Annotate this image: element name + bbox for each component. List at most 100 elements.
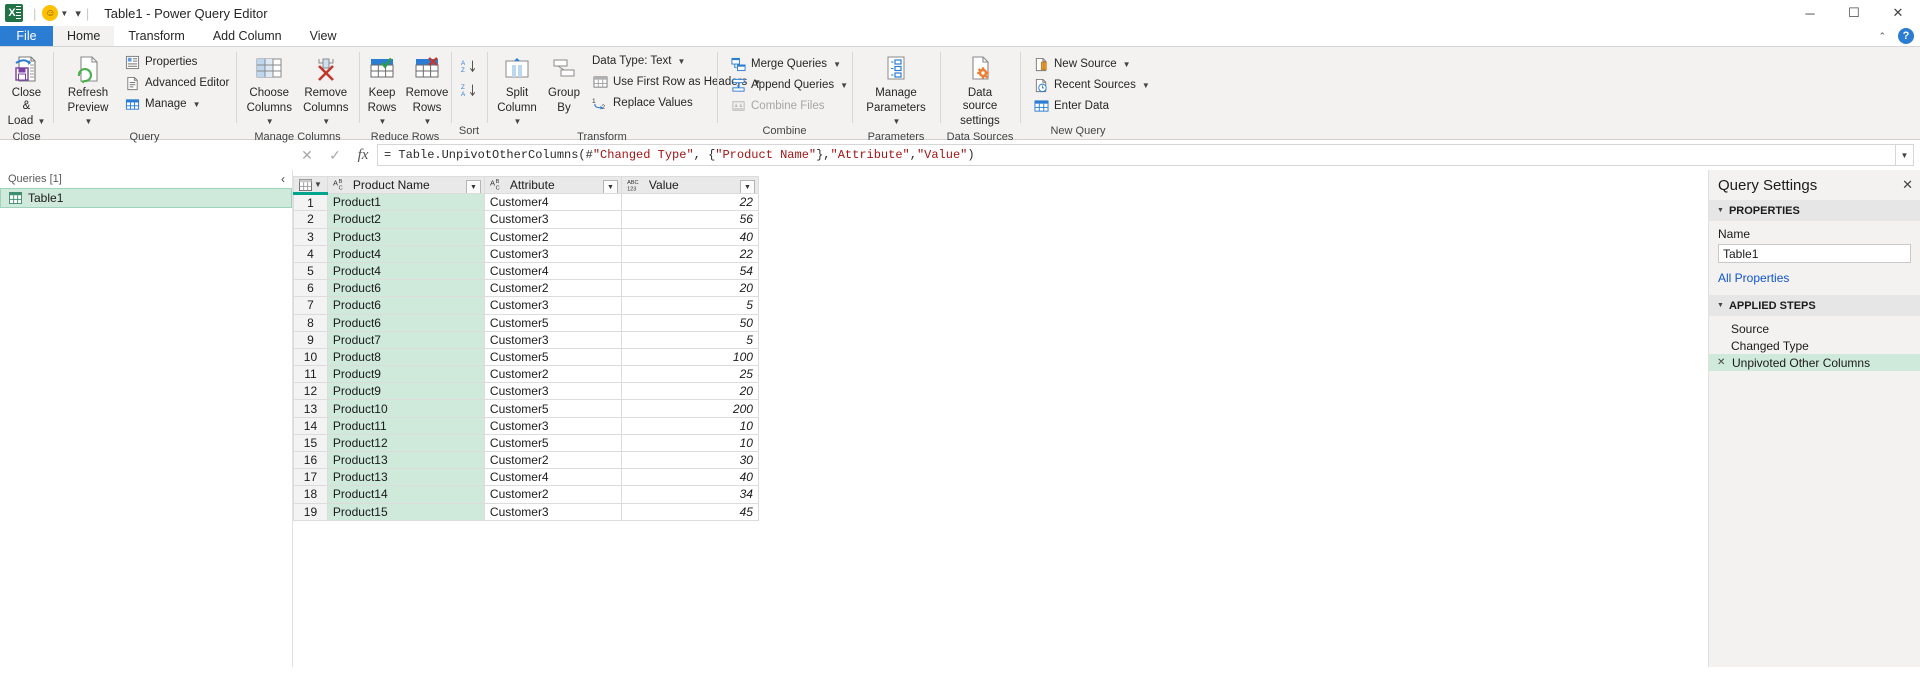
chevron-left-icon[interactable]: ‹ xyxy=(281,172,285,186)
cell-product-name[interactable]: Product2 xyxy=(326,210,485,229)
smiley-icon[interactable]: ☺ xyxy=(42,5,59,21)
table-row[interactable]: 14 Product11 Customer3 10 xyxy=(293,416,759,435)
cell-attribute[interactable]: Customer5 xyxy=(483,313,622,332)
chevron-down-icon[interactable]: ▼ xyxy=(1142,78,1150,93)
cell-attribute[interactable]: Customer3 xyxy=(483,210,622,229)
cell-value[interactable]: 100 xyxy=(620,347,759,367)
advanced-editor-button[interactable]: Advanced Editor xyxy=(119,73,234,93)
cell-value[interactable]: 20 xyxy=(620,279,759,298)
table-row[interactable]: 7 Product6 Customer3 5 xyxy=(293,296,759,315)
cell-product-name[interactable]: Product1 xyxy=(326,193,485,212)
chevron-down-icon[interactable]: ▼ xyxy=(85,117,93,126)
table-row[interactable]: 5 Product4 Customer4 54 xyxy=(293,261,759,281)
cell-attribute[interactable]: Customer3 xyxy=(483,382,622,401)
cell-value[interactable]: 34 xyxy=(620,485,759,504)
applied-step-item[interactable]: Source xyxy=(1709,320,1920,337)
row-number[interactable]: 5 xyxy=(293,261,328,281)
cell-value[interactable]: 56 xyxy=(620,210,759,229)
table-row[interactable]: 19 Product15 Customer3 45 xyxy=(293,502,759,521)
combine-files-button[interactable]: Combine Files xyxy=(725,96,853,116)
table-row[interactable]: 9 Product7 Customer3 5 xyxy=(293,330,759,349)
minimize-button[interactable]: ─ xyxy=(1788,0,1832,26)
cell-value[interactable]: 10 xyxy=(620,433,759,453)
cell-attribute[interactable]: Customer3 xyxy=(483,502,622,521)
delete-step-icon[interactable]: ✕ xyxy=(1717,357,1727,368)
chevron-down-icon[interactable]: ▼ xyxy=(266,117,274,126)
cancel-icon[interactable]: ✕ xyxy=(293,143,321,167)
cell-product-name[interactable]: Product3 xyxy=(326,227,485,246)
cell-attribute[interactable]: Customer3 xyxy=(483,416,622,435)
row-number[interactable]: 15 xyxy=(293,433,328,453)
properties-button[interactable]: Properties xyxy=(119,52,234,72)
cell-value[interactable]: 200 xyxy=(620,399,759,418)
filter-dropdown-attribute[interactable]: ▼ xyxy=(602,180,618,193)
new-source-button[interactable]: New Source ▼ xyxy=(1028,54,1155,74)
cell-product-name[interactable]: Product12 xyxy=(326,433,485,453)
chevron-down-icon[interactable]: ▼ xyxy=(833,57,841,72)
cell-product-name[interactable]: Product9 xyxy=(326,382,485,401)
chevron-down-icon[interactable]: ▼ xyxy=(677,54,685,69)
cell-value[interactable]: 54 xyxy=(620,261,759,281)
table-row[interactable]: 17 Product13 Customer4 40 xyxy=(293,468,759,487)
column-header-product-name[interactable]: A B C Product Name ▼ xyxy=(326,175,485,195)
enter-data-button[interactable]: Enter Data xyxy=(1028,96,1155,116)
row-number[interactable]: 14 xyxy=(293,416,328,435)
chevron-down-icon[interactable]: ▼ xyxy=(840,78,848,93)
query-list-item-table1[interactable]: Table1 xyxy=(0,188,292,208)
cell-attribute[interactable]: Customer4 xyxy=(483,261,622,281)
tab-transform[interactable]: Transform xyxy=(114,26,199,46)
chevron-down-icon[interactable]: ▼ xyxy=(322,117,330,126)
tab-file[interactable]: File xyxy=(0,26,53,46)
table-row[interactable]: 18 Product14 Customer2 34 xyxy=(293,485,759,504)
table-row[interactable]: 1 Product1 Customer4 22 xyxy=(293,193,759,212)
table-row[interactable]: 3 Product3 Customer2 40 xyxy=(293,227,759,246)
row-number[interactable]: 4 xyxy=(293,244,328,263)
table-row[interactable]: 4 Product4 Customer3 22 xyxy=(293,244,759,263)
filter-dropdown-product-name[interactable]: ▼ xyxy=(465,180,481,193)
row-number[interactable]: 11 xyxy=(293,365,328,384)
formula-input[interactable]: = Table.UnpivotOtherColumns(# "Changed Ty… xyxy=(377,144,1896,166)
column-header-attribute[interactable]: A B C Attribute ▼ xyxy=(483,175,622,195)
cell-attribute[interactable]: Customer2 xyxy=(483,450,622,470)
cell-attribute[interactable]: Customer3 xyxy=(483,244,622,263)
row-number[interactable]: 10 xyxy=(293,347,328,367)
row-number[interactable]: 17 xyxy=(293,468,328,487)
table-row[interactable]: 6 Product6 Customer2 20 xyxy=(293,279,759,298)
table-row[interactable]: 2 Product2 Customer3 56 xyxy=(293,210,759,229)
all-properties-link[interactable]: All Properties xyxy=(1718,271,1789,285)
cell-product-name[interactable]: Product6 xyxy=(326,279,485,298)
cell-value[interactable]: 20 xyxy=(620,382,759,401)
chevron-down-icon[interactable]: ▼ xyxy=(1123,57,1131,72)
row-number[interactable]: 6 xyxy=(293,279,328,298)
cell-product-name[interactable]: Product4 xyxy=(326,261,485,281)
cell-product-name[interactable]: Product14 xyxy=(326,485,485,504)
cell-product-name[interactable]: Product4 xyxy=(326,244,485,263)
split-column-button[interactable]: Split Column ▼ xyxy=(493,51,541,130)
cell-attribute[interactable]: Customer2 xyxy=(483,365,622,384)
collapse-ribbon-icon[interactable]: ⌃ xyxy=(1878,31,1886,42)
column-header-value[interactable]: ABC 123 Value ▼ xyxy=(620,175,759,195)
applied-step-item[interactable]: Changed Type xyxy=(1709,337,1920,354)
cell-value[interactable]: 22 xyxy=(620,193,759,212)
row-number[interactable]: 16 xyxy=(293,450,328,470)
close-icon[interactable]: ✕ xyxy=(1902,177,1913,193)
cell-value[interactable]: 40 xyxy=(620,468,759,487)
cell-product-name[interactable]: Product7 xyxy=(326,330,485,349)
table-row[interactable]: 8 Product6 Customer5 50 xyxy=(293,313,759,332)
cell-value[interactable]: 50 xyxy=(620,313,759,332)
applied-steps-section-header[interactable]: ▼ APPLIED STEPS xyxy=(1709,295,1920,316)
sort-ascending-button[interactable]: A Z xyxy=(457,56,481,75)
cell-value[interactable]: 45 xyxy=(620,502,759,521)
cell-value[interactable]: 22 xyxy=(620,244,759,263)
row-number[interactable]: 18 xyxy=(293,485,328,504)
filter-dropdown-value[interactable]: ▼ xyxy=(739,180,755,193)
row-number[interactable]: 9 xyxy=(293,330,328,349)
manage-parameters-button[interactable]: Manage Parameters ▼ xyxy=(858,51,934,130)
cell-product-name[interactable]: Product11 xyxy=(326,416,485,435)
properties-section-header[interactable]: ▼ PROPERTIES xyxy=(1709,200,1920,221)
tab-view[interactable]: View xyxy=(296,26,351,46)
row-number[interactable]: 3 xyxy=(293,227,328,246)
remove-rows-button[interactable]: Remove Rows ▼ xyxy=(405,51,449,130)
table-row[interactable]: 12 Product9 Customer3 20 xyxy=(293,382,759,401)
row-number[interactable]: 13 xyxy=(293,399,328,418)
